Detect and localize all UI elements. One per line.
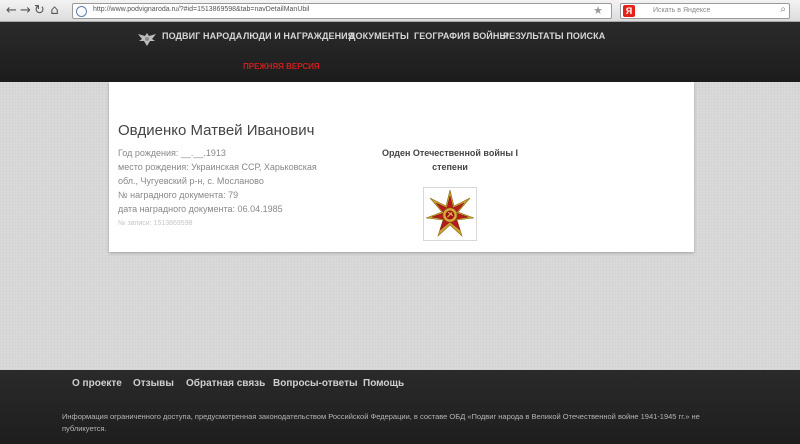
main-content: Овдиенко Матвей Иванович Год рождения: _… <box>0 82 800 370</box>
site-header: ПОДВИГ НАРОДА ЛЮДИ И НАГРАЖДЕНИЯ ДОКУМЕН… <box>0 22 800 82</box>
nav-people-awards[interactable]: ЛЮДИ И НАГРАЖДЕНИЯ <box>243 31 354 41</box>
search-input[interactable]: Я Искать в Яндексе ⌕ <box>620 3 790 19</box>
birth-year: Год рождения: __.__.1913 <box>118 148 226 158</box>
footer-link-reviews[interactable]: Отзывы <box>133 378 174 389</box>
footer-link-feedback[interactable]: Обратная связь <box>186 378 265 389</box>
birth-place-line-1: место рождения: Украинская ССР, Харьковс… <box>118 162 317 172</box>
footer-legal-note: Информация ограниченного доступа, предус… <box>62 412 700 433</box>
order-patriotic-war-icon <box>425 189 475 237</box>
nav-documents[interactable]: ДОКУМЕНТЫ <box>349 31 409 41</box>
yandex-icon: Я <box>623 5 635 17</box>
url-text: http://www.podvignaroda.ru/?#id=15138695… <box>93 6 310 13</box>
award-title-line-1: Орден Отечественной войны I <box>381 148 519 158</box>
forward-arrow-icon[interactable]: → <box>18 3 33 18</box>
eagle-emblem-icon[interactable] <box>136 31 158 47</box>
old-version-link[interactable]: ПРЕЖНЯЯ ВЕРСИЯ <box>243 62 320 71</box>
reload-icon[interactable]: ↻ <box>32 3 47 18</box>
back-arrow-icon[interactable]: ← <box>4 3 19 18</box>
browser-toolbar: ← → ↻ ⌂ http://www.podvignaroda.ru/?#id=… <box>0 0 800 22</box>
search-placeholder: Искать в Яндексе <box>653 7 711 14</box>
nav-war-geography[interactable]: ГЕОГРАФИЯ ВОЙНЫ <box>414 31 508 41</box>
search-icon[interactable]: ⌕ <box>780 4 786 15</box>
award-document-date: дата наградного документа: 06.04.1985 <box>118 204 283 214</box>
bookmark-star-icon[interactable]: ★ <box>593 4 603 17</box>
nav-podvig-naroda[interactable]: ПОДВИГ НАРОДА <box>162 31 242 41</box>
birth-place-line-2: обл., Чугуевский р-н, с. Мосланово <box>118 176 264 186</box>
home-icon[interactable]: ⌂ <box>47 3 62 18</box>
award-document-number: № наградного документа: 79 <box>118 190 239 200</box>
medal-image[interactable] <box>423 187 477 241</box>
record-id: № записи: 1513869598 <box>118 220 193 227</box>
footer-link-about[interactable]: О проекте <box>72 378 122 389</box>
person-name: Овдиенко Матвей Иванович <box>118 122 315 139</box>
site-footer: О проекте Отзывы Обратная связь Вопросы-… <box>0 370 800 444</box>
award-title-line-2: степени <box>432 162 468 172</box>
address-bar[interactable]: http://www.podvignaroda.ru/?#id=15138695… <box>72 3 625 19</box>
nav-search-results[interactable]: РЕЗУЛЬТАТЫ ПОИСКА <box>503 31 605 41</box>
footer-link-faq[interactable]: Вопросы-ответы <box>273 378 358 389</box>
globe-icon <box>76 6 87 17</box>
award-title[interactable]: Орден Отечественной войны I степени <box>367 146 533 174</box>
person-card: Овдиенко Матвей Иванович Год рождения: _… <box>109 82 694 252</box>
footer-link-help[interactable]: Помощь <box>363 378 404 389</box>
